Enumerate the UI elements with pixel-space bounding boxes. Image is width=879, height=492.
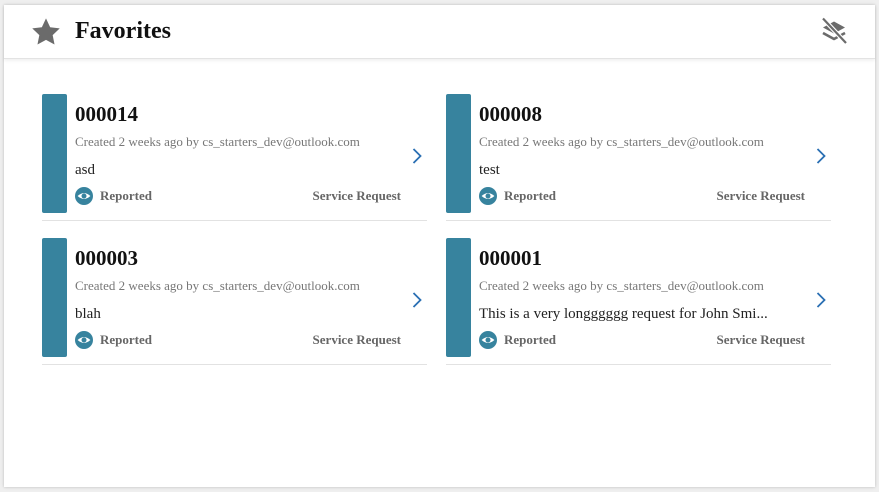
favorite-card[interactable]: 000001 Created 2 weeks ago by cs_starter… [446,238,831,365]
chevron-right-icon[interactable] [815,147,827,165]
request-type: Service Request [716,332,805,347]
request-description: blah [75,306,101,322]
eye-icon [479,187,497,205]
request-number: 000008 [479,102,542,126]
eye-icon [75,331,93,349]
status-label: Reported [100,188,152,203]
request-number: 000003 [75,246,138,270]
created-meta: Created 2 weeks ago by cs_starters_dev@o… [479,134,764,149]
status-label: Reported [504,188,556,203]
eye-icon [75,187,93,205]
request-number: 000014 [75,102,138,126]
request-type: Service Request [312,332,401,347]
favorite-card[interactable]: 000008 Created 2 weeks ago by cs_starter… [446,94,831,221]
favorites-panel: Favorites 000014 Created 2 weeks ago by … [4,5,875,487]
request-type: Service Request [716,188,805,203]
chevron-right-icon[interactable] [411,147,423,165]
card-accent-bar [42,238,67,357]
remove-favorites-icon[interactable] [819,16,849,46]
status-label: Reported [504,332,556,347]
created-meta: Created 2 weeks ago by cs_starters_dev@o… [75,278,360,293]
created-meta: Created 2 weeks ago by cs_starters_dev@o… [479,278,764,293]
request-type: Service Request [312,188,401,203]
chevron-right-icon[interactable] [411,291,423,309]
eye-icon [479,331,497,349]
card-accent-bar [446,238,471,357]
favorite-card[interactable]: 000003 Created 2 weeks ago by cs_starter… [42,238,427,365]
card-accent-bar [42,94,67,213]
request-number: 000001 [479,246,542,270]
chevron-right-icon[interactable] [815,291,827,309]
request-description: test [479,162,500,178]
created-meta: Created 2 weeks ago by cs_starters_dev@o… [75,134,360,149]
status-label: Reported [100,332,152,347]
page-title: Favorites [75,18,171,44]
card-accent-bar [446,94,471,213]
request-description: This is a very longggggg request for Joh… [479,306,768,322]
star-icon [32,18,60,45]
panel-header: Favorites [4,5,875,59]
favorite-card[interactable]: 000014 Created 2 weeks ago by cs_starter… [42,94,427,221]
request-description: asd [75,162,95,178]
